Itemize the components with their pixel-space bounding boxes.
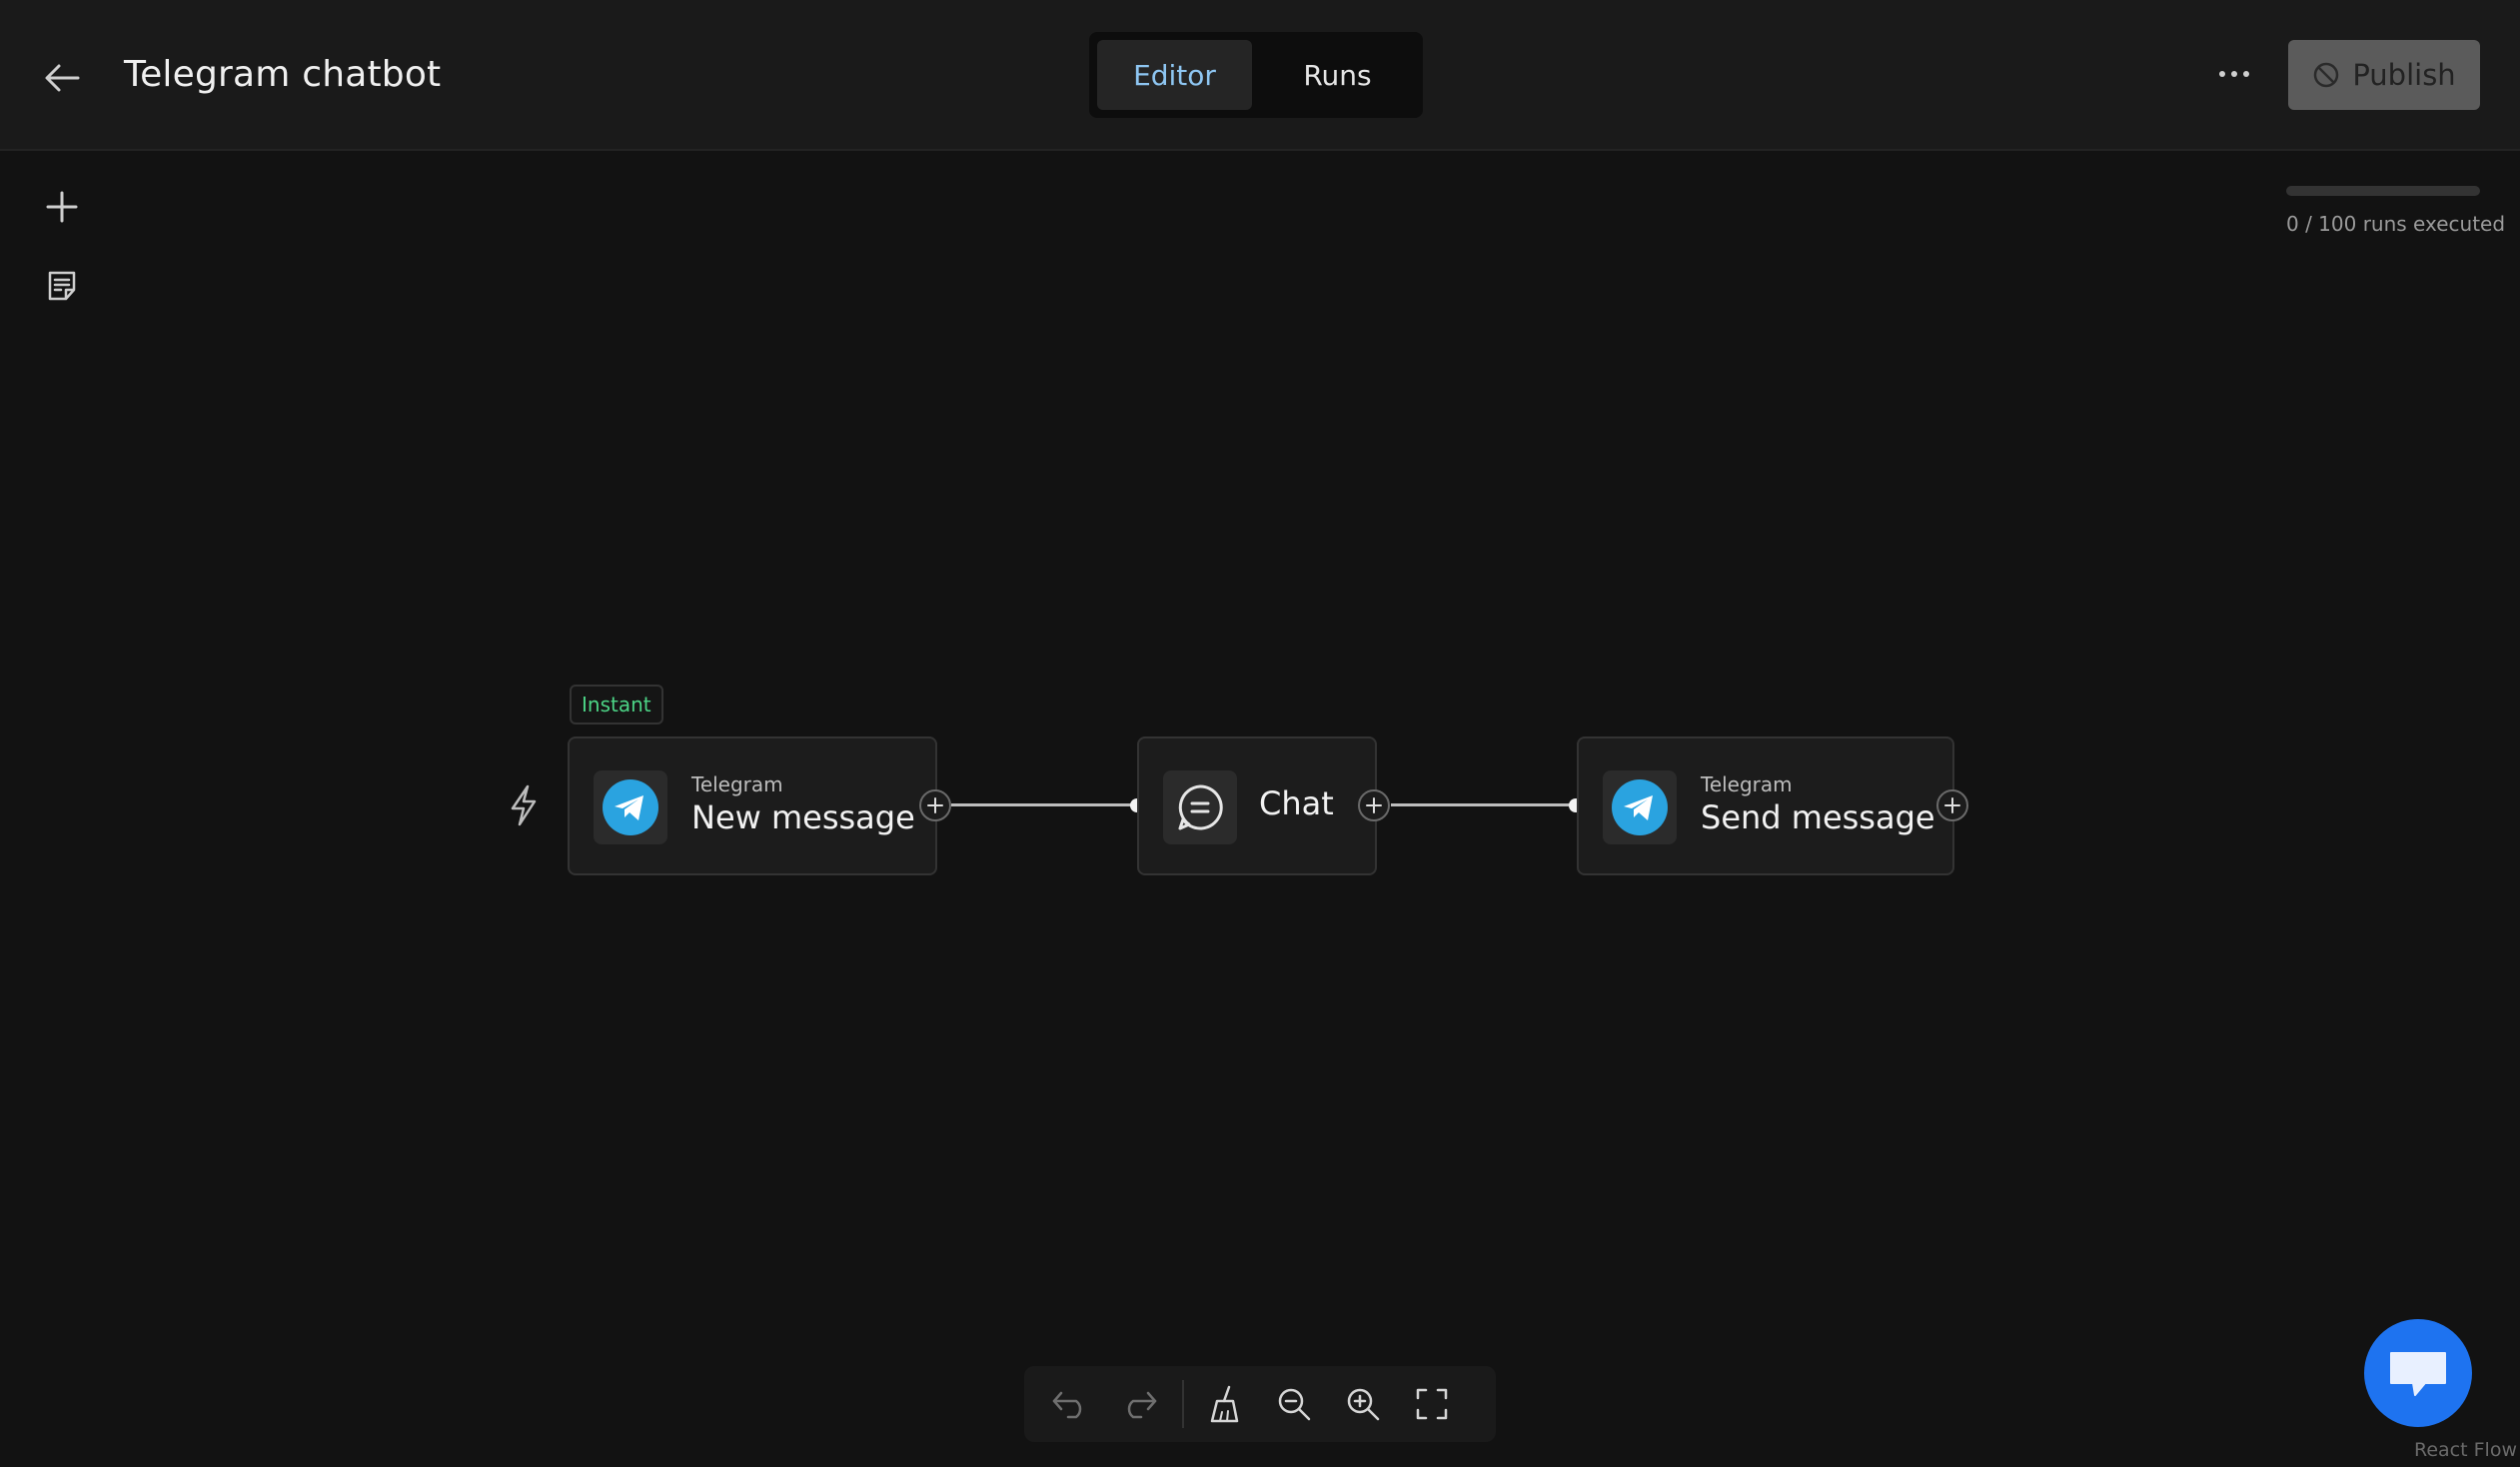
controls-divider: [1182, 1380, 1184, 1428]
react-flow-attribution[interactable]: React Flow: [2414, 1439, 2517, 1461]
telegram-icon: [603, 779, 658, 835]
note-icon: [48, 271, 76, 301]
more-icon: [2219, 71, 2249, 77]
zoom-in-button[interactable]: [1338, 1378, 1389, 1430]
instant-badge: Instant: [570, 685, 663, 725]
node-app-name: Telegram: [691, 772, 783, 796]
fit-view-button[interactable]: [1407, 1378, 1458, 1430]
publish-button[interactable]: Publish: [2288, 40, 2480, 110]
add-after-node-1-button[interactable]: [919, 789, 951, 821]
node-telegram-send-message[interactable]: Telegram Send message: [1577, 736, 1954, 875]
node-icon: [1163, 770, 1237, 844]
more-options-button[interactable]: [2212, 52, 2256, 96]
tidy-up-button[interactable]: [1200, 1378, 1251, 1430]
canvas-controls: [1024, 1366, 1496, 1442]
fullscreen-icon: [1417, 1388, 1448, 1420]
plus-icon: [1944, 797, 1960, 813]
add-note-button[interactable]: [40, 264, 84, 308]
add-after-node-2-button[interactable]: [1358, 789, 1390, 821]
node-chat[interactable]: Chat: [1137, 736, 1377, 875]
edge-2: [1391, 803, 1577, 806]
tab-editor[interactable]: Editor: [1097, 40, 1252, 110]
trigger-indicator: [504, 781, 544, 829]
back-arrow-icon: [45, 64, 80, 92]
node-app-name: Telegram: [1701, 772, 1793, 796]
chat-icon: [1178, 784, 1223, 830]
back-button[interactable]: [40, 56, 84, 100]
node-telegram-new-message[interactable]: Telegram New message: [568, 736, 937, 875]
plus-icon: [46, 191, 78, 223]
view-tabs: Editor Runs: [1089, 32, 1423, 118]
undo-icon: [1052, 1391, 1081, 1419]
redo-button[interactable]: [1113, 1378, 1164, 1430]
node-icon: [594, 770, 667, 844]
plus-icon: [1366, 797, 1382, 813]
add-after-node-3-button[interactable]: [1936, 789, 1968, 821]
lightning-icon: [511, 784, 537, 826]
tab-runs[interactable]: Runs: [1260, 40, 1415, 110]
plus-icon: [927, 797, 943, 813]
node-label: New message: [691, 798, 915, 836]
usage-progress-bar: [2286, 186, 2480, 196]
telegram-icon: [1612, 779, 1668, 835]
undo-button[interactable]: [1044, 1378, 1095, 1430]
publish-label: Publish: [2352, 58, 2456, 92]
node-label: Chat: [1259, 784, 1334, 822]
edge-1: [951, 803, 1137, 806]
add-node-button[interactable]: [40, 185, 84, 229]
zoom-in-icon: [1348, 1388, 1380, 1421]
usage-text: 0 / 100 runs executed: [2286, 212, 2506, 236]
node-icon: [1603, 770, 1677, 844]
zoom-out-button[interactable]: [1269, 1378, 1320, 1430]
disabled-icon: [2314, 62, 2339, 88]
zoom-out-icon: [1279, 1388, 1311, 1421]
page-title: Telegram chatbot: [124, 54, 442, 95]
redo-icon: [1127, 1391, 1156, 1419]
broom-icon: [1211, 1385, 1239, 1423]
top-bar: Telegram chatbot Editor Runs Publish: [0, 0, 2520, 151]
node-label: Send message: [1701, 798, 1935, 836]
runs-usage: 0 / 100 runs executed: [2286, 186, 2506, 236]
support-chat-button[interactable]: [2364, 1319, 2472, 1427]
chat-bubble-icon: [2390, 1352, 2446, 1396]
